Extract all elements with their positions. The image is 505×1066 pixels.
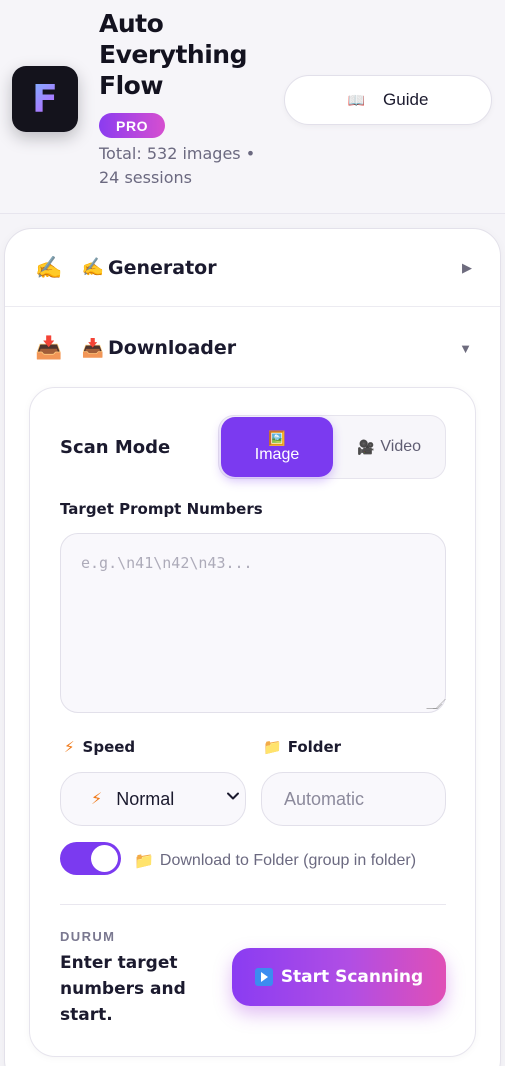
app-logo: F: [12, 66, 78, 132]
speed-label-row: ⚡ Speed: [64, 738, 135, 756]
guide-label: Guide: [383, 90, 429, 109]
target-numbers-input[interactable]: [60, 533, 446, 713]
downloader-panel: Scan Mode 🖼️ Image 🎥 Video Target Prompt…: [29, 387, 476, 1057]
inbox-tray-icon: 📥: [35, 335, 63, 360]
download-folder-toggle[interactable]: [60, 842, 121, 875]
downloader-title: Downloader: [108, 337, 237, 359]
app-title: Auto Everything Flow: [99, 9, 247, 100]
toggle-knob: [91, 845, 118, 872]
folder-label-row: 📁 Folder: [263, 738, 341, 756]
writing-hand-icon: ✍️: [35, 254, 63, 280]
scan-mode-toggle: 🖼️ Image 🎥 Video: [218, 415, 446, 479]
target-label: Target Prompt Numbers: [60, 500, 263, 518]
play-icon: [254, 968, 273, 986]
lightning-icon: ⚡: [91, 791, 103, 808]
speed-select[interactable]: ⚡ Normal: [60, 772, 246, 826]
folder-label: Folder: [287, 738, 342, 756]
toggle-label-row: 📁 Download to Folder (group in folder): [134, 851, 416, 871]
start-scanning-label: Start Scanning: [280, 967, 424, 987]
caret-down-icon: ▼: [459, 340, 472, 356]
main-card: ✍️ ✍️ Generator ▶ 📥 📥 Downloader ▼ Scan …: [4, 228, 501, 1066]
video-camera-icon: 🎥: [356, 439, 375, 455]
status-text: Enter target numbers and start.: [60, 953, 186, 1025]
mode-image-label: Image: [254, 446, 300, 463]
mode-image-button[interactable]: 🖼️ Image: [221, 417, 333, 477]
speed-label: Speed: [82, 738, 136, 756]
folder-icon: 📁: [134, 853, 154, 870]
folder-input[interactable]: [261, 772, 446, 826]
mode-video-label: Video: [380, 438, 422, 455]
generator-title: Generator: [108, 256, 217, 279]
book-icon: 📖: [347, 91, 366, 108]
generator-icon: ✍️: [81, 257, 105, 277]
speed-value: Normal: [116, 788, 175, 809]
stats-text: Total: 532 images • 24 sessions: [99, 144, 256, 187]
toggle-label: Download to Folder (group in folder): [159, 852, 417, 869]
status-label: DURUM: [60, 929, 116, 944]
lightning-icon: ⚡: [64, 738, 75, 756]
section-downloader[interactable]: 📥 📥 Downloader ▼: [5, 309, 500, 387]
pro-badge: PRO: [99, 113, 166, 138]
mode-video-button[interactable]: 🎥 Video: [333, 417, 445, 477]
start-scanning-button[interactable]: Start Scanning: [232, 948, 446, 1006]
logo-letter: F: [32, 77, 58, 121]
caret-right-icon: ▶: [462, 259, 472, 275]
divider: [60, 904, 446, 905]
guide-button[interactable]: 📖 Guide: [284, 75, 492, 125]
app-header: F Auto Everything Flow PRO Total: 532 im…: [0, 0, 505, 214]
downloader-icon: 📥: [81, 337, 105, 358]
picture-icon: 🖼️: [268, 430, 286, 446]
chevron-down-icon: [227, 792, 239, 800]
section-generator[interactable]: ✍️ ✍️ Generator ▶: [5, 229, 500, 307]
scan-mode-label: Scan Mode: [60, 437, 171, 458]
folder-icon: 📁: [263, 738, 282, 756]
